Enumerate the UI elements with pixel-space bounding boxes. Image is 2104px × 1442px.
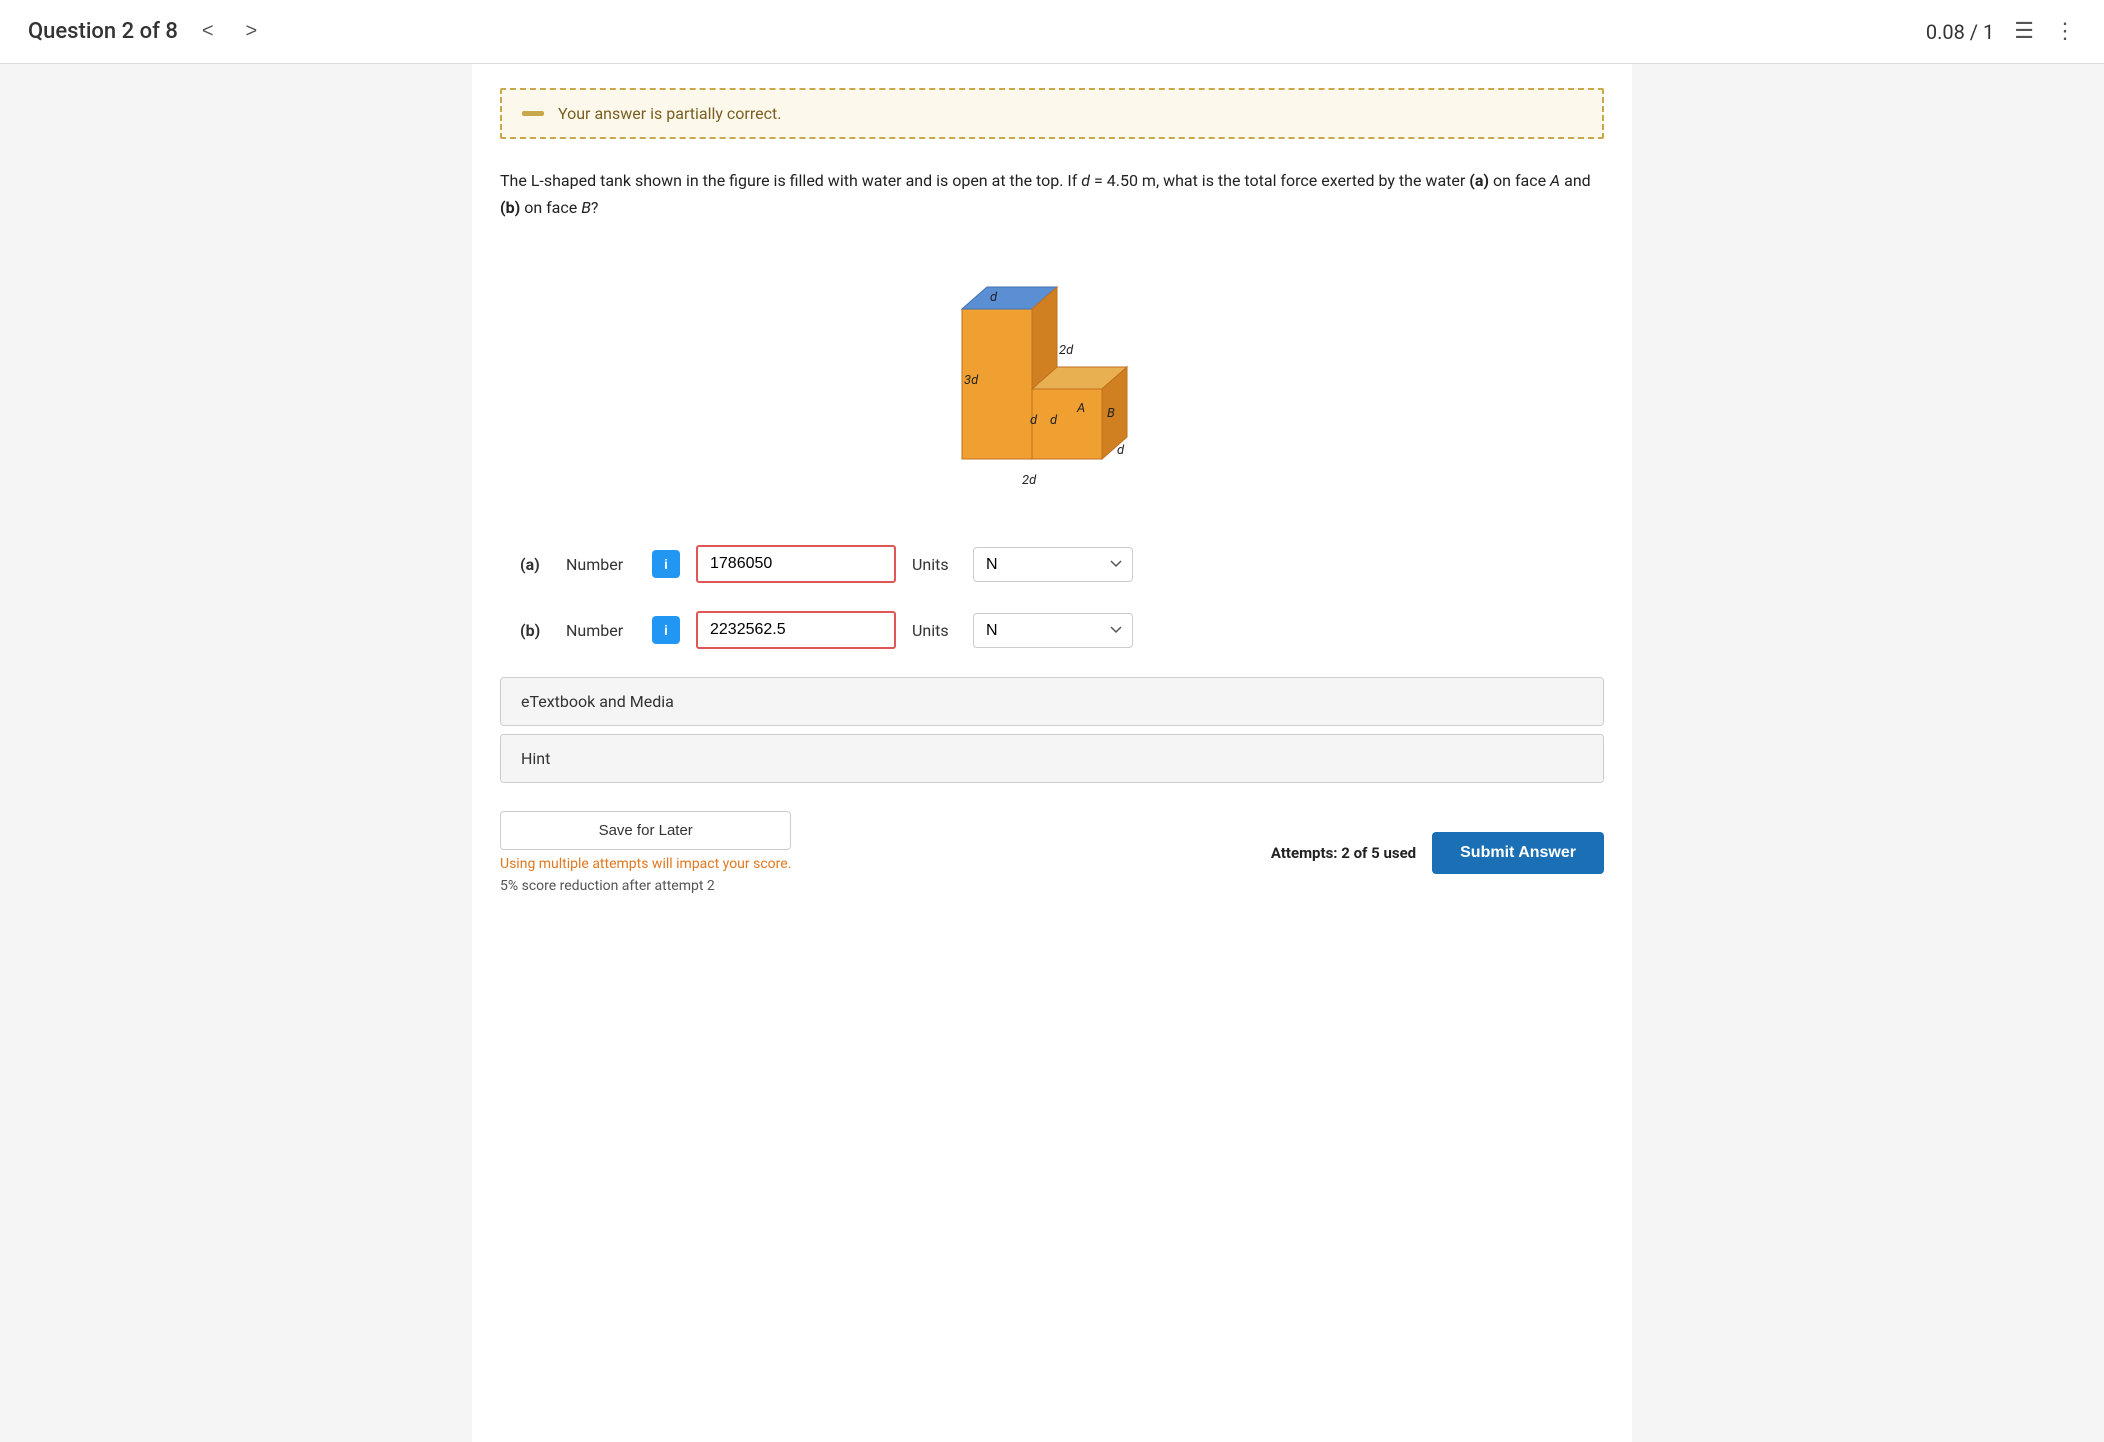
face-a-text: on face [1489,171,1550,190]
figure-container: d 3d 2d d d A B d 2d [500,249,1604,509]
etextbook-header[interactable]: eTextbook and Media [501,678,1603,725]
warning-text: Using multiple attempts will impact your… [500,856,791,872]
tank-figure: d 3d 2d d d A B d 2d [902,249,1202,509]
partial-correct-banner: Your answer is partially correct. [500,88,1604,139]
part-a-number-input[interactable] [696,545,896,583]
header-right: 0.08 / 1 ☰ ⋮ [1926,19,2076,44]
save-later-button[interactable]: Save for Later [500,811,791,850]
svg-text:2d: 2d [1022,473,1037,488]
part-b-bold: (b) [500,198,520,217]
svg-text:d: d [1030,413,1038,428]
part-a-info-button[interactable]: i [652,550,680,578]
etextbook-label: eTextbook and Media [521,692,674,711]
part-a-bold: (a) [1469,171,1489,190]
svg-text:d: d [1050,413,1058,428]
score-display: 0.08 / 1 [1926,20,1994,44]
etextbook-section: eTextbook and Media [500,677,1604,726]
banner-dash-icon [522,111,544,116]
question-title: Question 2 of 8 [28,19,178,44]
next-question-button[interactable]: > [238,16,266,47]
svg-text:d: d [1117,443,1125,458]
part-b-number-label: Number [566,621,636,640]
part-b-number-input[interactable] [696,611,896,649]
footer-actions: Save for Later Using multiple attempts w… [500,803,1604,894]
face-b-letter: B [581,198,591,217]
part-b-row: (b) Number i Units N kN MN [500,611,1604,649]
and-text: and [1560,171,1591,190]
face-b-text: on face [520,198,581,217]
main-content: Your answer is partially correct. The L-… [472,64,1632,1442]
svg-text:B: B [1107,406,1115,421]
part-a-label: (a) [520,555,550,574]
submit-answer-button[interactable]: Submit Answer [1432,832,1604,874]
banner-text: Your answer is partially correct. [558,104,781,123]
svg-text:A: A [1076,401,1085,416]
part-b-info-button[interactable]: i [652,616,680,644]
footer-left: Save for Later Using multiple attempts w… [500,811,791,894]
part-b-units-select[interactable]: N kN MN [973,613,1133,648]
question-text: The L-shaped tank shown in the figure is… [500,167,1604,221]
hint-label: Hint [521,749,550,768]
question-text-part1: The L-shaped tank shown in the figure is… [500,171,1081,190]
list-icon[interactable]: ☰ [2014,19,2034,44]
part-a-units-select[interactable]: N kN MN [973,547,1133,582]
svg-text:d: d [990,290,998,305]
header-left: Question 2 of 8 < > [28,16,265,47]
small-note: 5% score reduction after attempt 2 [500,878,791,894]
more-options-icon[interactable]: ⋮ [2054,19,2076,44]
part-b-units-label: Units [912,621,957,640]
hint-header[interactable]: Hint [501,735,1603,782]
prev-question-button[interactable]: < [194,16,222,47]
footer-right: Attempts: 2 of 5 used Submit Answer [1271,832,1604,874]
question-end: ? [591,198,599,217]
svg-text:3d: 3d [964,373,979,388]
attempts-text: Attempts: 2 of 5 used [1271,844,1416,862]
part-a-number-label: Number [566,555,636,574]
question-text-eq: = 4.50 m, what is the total force exerte… [1090,171,1469,190]
d-variable: d [1081,171,1090,190]
part-a-units-label: Units [912,555,957,574]
hint-section: Hint [500,734,1604,783]
part-a-row: (a) Number i Units N kN MN [500,545,1604,583]
header: Question 2 of 8 < > 0.08 / 1 ☰ ⋮ [0,0,2104,64]
face-a-letter: A [1550,171,1560,190]
svg-text:2d: 2d [1059,343,1074,358]
part-b-label: (b) [520,621,550,640]
